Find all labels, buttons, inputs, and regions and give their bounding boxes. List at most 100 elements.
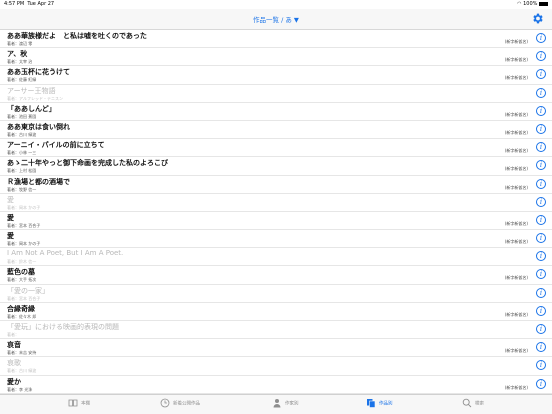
work-author: 著者：李 光洙: [7, 386, 33, 392]
work-author: 著者：古川 緑波: [7, 131, 37, 137]
info-icon[interactable]: i: [536, 305, 546, 316]
kana-style-label: (新字新仮名): [504, 57, 528, 63]
work-author: 著者：渡辺 零: [7, 41, 33, 46]
work-title: 愛: [7, 232, 14, 241]
list-item[interactable]: ああ東京は食い倒れ 著者：古川 緑波 (新字新仮名) i: [0, 121, 552, 140]
info-icon[interactable]: i: [536, 33, 546, 43]
list-item[interactable]: 哀歌 著者：古川 緑波 i: [0, 357, 552, 376]
work-title: 哀音: [7, 341, 21, 350]
kana-style-label: (新字新仮名): [504, 39, 528, 44]
work-title: I Am Not A Poet, But I Am A Poet.: [7, 249, 124, 258]
work-title: 愛: [7, 213, 14, 222]
gear-icon[interactable]: [531, 12, 544, 25]
work-title: 「愛の一家」: [7, 286, 49, 295]
info-icon[interactable]: i: [536, 142, 546, 153]
info-icon[interactable]: i: [536, 105, 546, 116]
list-item[interactable]: I Am Not A Poet, But I Am A Poet. 著者：鈴木 信…: [0, 248, 552, 267]
wifi-icon: ◠: [517, 1, 522, 7]
list-item[interactable]: 愛著者：宮本 百合子 (新字新仮名) i: [0, 212, 552, 231]
work-author: 著者：大手 拓次: [7, 277, 37, 283]
info-icon[interactable]: i: [536, 378, 546, 389]
work-title: 合縁奇縁: [7, 304, 35, 313]
tab-search[interactable]: 検索: [462, 398, 484, 412]
work-author: 著者：アルフレッド・テニスン: [7, 95, 63, 101]
list-item[interactable]: あゝ二十年やっと御下命画を完成した私のよろこび 著者：上村 松園 (新字新仮名) i: [0, 157, 552, 176]
list-item[interactable]: 哀音 著者：末吉 安持 (新字新仮名) i: [0, 339, 552, 358]
info-icon[interactable]: i: [536, 196, 546, 207]
list-item[interactable]: 「ああしんど」 著者：池田 蕉園 (新字新仮名) i: [0, 103, 552, 121]
tab-bookshelf[interactable]: 本棚: [68, 398, 90, 412]
kana-style-label: (新字新仮名): [504, 166, 528, 172]
book-icon: [68, 399, 78, 407]
list-item[interactable]: Ｒ漁場と都の酒場で 著者：牧野 信一 (新字新仮名) i: [0, 176, 552, 194]
tab-by-work[interactable]: 作品別: [366, 398, 393, 412]
work-title: 哀歌: [7, 359, 21, 368]
work-title: Ｒ漁場と都の酒場で: [7, 177, 70, 186]
info-icon[interactable]: i: [536, 69, 546, 80]
work-title: 愛: [7, 195, 14, 204]
nav-title-dropdown[interactable]: 作品一覧 / あ ▼: [0, 14, 552, 24]
info-icon[interactable]: i: [536, 360, 546, 371]
work-title: ああ東京は食い倒れ: [7, 122, 70, 131]
list-item[interactable]: 愛著者：岡本 かの子 i: [0, 194, 552, 212]
work-title: 愛か: [7, 377, 21, 386]
navigation-bar: 作品一覧 / あ ▼: [0, 9, 552, 30]
kana-style-label: (新字新仮名): [504, 184, 528, 190]
kana-style-label: (新字新仮名): [504, 129, 528, 135]
info-icon[interactable]: i: [536, 342, 546, 353]
list-item[interactable]: アーサー王物語 著者：アルフレッド・テニスン i: [0, 85, 552, 103]
kana-style-label: (新字新仮名): [504, 275, 528, 281]
work-title: あゝ二十年やっと御下命画を完成した私のよろこび: [7, 159, 168, 168]
info-icon[interactable]: i: [536, 123, 546, 134]
work-title: 藍色の墓: [7, 268, 35, 277]
list-item[interactable]: 愛著者：岡本 かの子 (新字新仮名) i: [0, 230, 552, 249]
works-list[interactable]: ああ華族様だよ と私は嘘を吐くのであった 著者：渡辺 零 (新字新仮名) i ア、秋 著者…: [0, 30, 552, 394]
list-item[interactable]: 藍色の墓 著者：大手 拓次 (新字新仮名) i: [0, 266, 552, 285]
info-icon[interactable]: i: [536, 160, 546, 171]
info-icon[interactable]: i: [536, 214, 546, 225]
kana-style-label: (新字新仮名): [504, 384, 528, 390]
kana-style-label: (新字新仮名): [504, 75, 528, 81]
tab-by-author[interactable]: 作家別: [272, 398, 299, 412]
work-title: アーサー王物語: [7, 86, 56, 95]
list-item[interactable]: ア、秋 著者：太宰 治 (新字新仮名) i: [0, 48, 552, 67]
work-author: 著者：古川 緑波: [7, 368, 37, 374]
kana-style-label: (新字新仮名): [504, 148, 528, 154]
info-icon[interactable]: i: [536, 51, 546, 62]
list-item[interactable]: ああ玉杯に花うけて 著者：佐藤 紅緑 (新字新仮名) i: [0, 66, 552, 85]
work-author: 著者：上村 松園: [7, 168, 37, 174]
status-battery: ◠ 100%: [517, 1, 548, 7]
list-item[interactable]: ああ華族様だよ と私は嘘を吐くのであった 著者：渡辺 零 (新字新仮名) i: [0, 30, 552, 49]
tab-new-works[interactable]: 新着公開作品: [160, 398, 200, 412]
work-author: 著者：宮本 百合子: [7, 222, 41, 228]
documents-icon: [367, 399, 376, 408]
work-author: 著者：末吉 安持: [7, 350, 37, 356]
work-author: 著者：小林 一三: [7, 150, 37, 156]
work-title: 「ああしんど」: [7, 104, 56, 113]
list-item[interactable]: アーニイ・パイルの前に立ちて 著者：小林 一三 (新字新仮名) i: [0, 139, 552, 158]
info-icon[interactable]: i: [536, 178, 546, 189]
info-icon[interactable]: i: [536, 233, 546, 244]
status-time: 4:57 PM Tue Apr 27: [4, 1, 55, 7]
tab-bar: 本棚 新着公開作品 作家別 作品別 検索: [0, 394, 552, 414]
info-icon[interactable]: i: [536, 324, 546, 334]
work-title: ア、秋: [7, 50, 28, 59]
work-title: アーニイ・パイルの前に立ちて: [7, 141, 105, 150]
work-author: 著者：岡本 かの子: [7, 241, 41, 247]
list-item[interactable]: 合縁奇縁 著者：佐々木 邦 (新字新仮名) i: [0, 303, 552, 321]
info-icon[interactable]: i: [536, 87, 546, 98]
work-title: ああ玉杯に花うけて: [7, 68, 70, 77]
list-item[interactable]: 愛か 著者：李 光洙 (新字新仮名) i: [0, 376, 552, 394]
info-icon[interactable]: i: [536, 251, 546, 262]
status-bar: 4:57 PM Tue Apr 27 ◠ 100%: [0, 0, 552, 9]
list-item[interactable]: 「愛玩」における映画的表現の問題 著者： i: [0, 321, 552, 340]
list-item[interactable]: 「愛の一家」 著者：宮本 百合子 i: [0, 285, 552, 303]
kana-style-label: (新字新仮名): [504, 111, 528, 117]
person-icon: [273, 399, 281, 408]
info-icon[interactable]: i: [536, 269, 546, 280]
work-author: 著者：岡本 かの子: [7, 204, 41, 210]
work-author: 著者：: [7, 332, 19, 337]
search-icon: [462, 398, 472, 408]
info-icon[interactable]: i: [536, 287, 546, 298]
battery-icon: [539, 1, 548, 6]
